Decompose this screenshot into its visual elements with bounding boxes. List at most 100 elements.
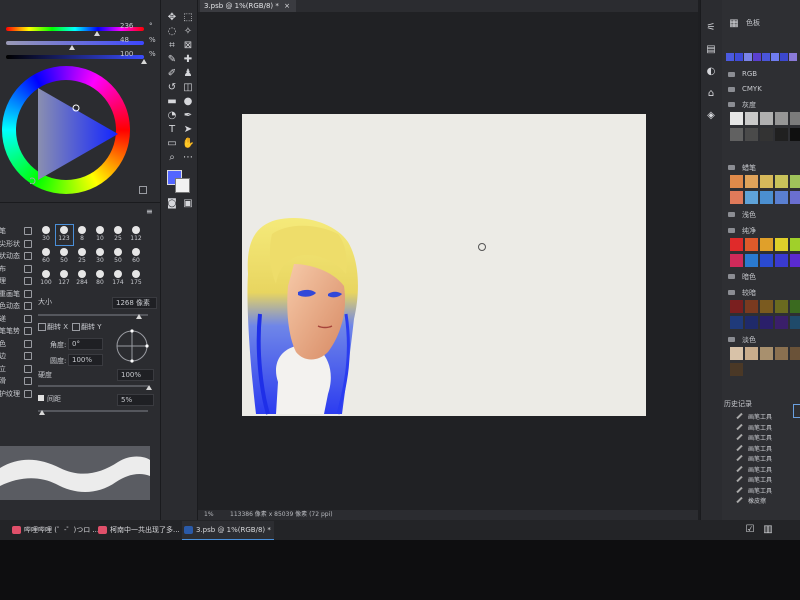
swatch[interactable]: [789, 53, 797, 61]
brightness-icon[interactable]: ◐: [705, 66, 717, 78]
swatch-group-label[interactable]: 较暗: [742, 288, 756, 298]
brush-preset[interactable]: 60: [128, 246, 144, 266]
marquee-icon[interactable]: ⬚: [182, 12, 194, 24]
swatch[interactable]: [730, 128, 743, 141]
swatch-group-label[interactable]: 浅色: [742, 210, 756, 220]
brush-preset[interactable]: 100: [38, 268, 54, 288]
swatch[interactable]: [780, 53, 788, 61]
lock-icon[interactable]: [24, 264, 32, 273]
lock-icon[interactable]: [24, 327, 32, 335]
history-item[interactable]: 画笔工具: [748, 454, 772, 463]
brush-setting-item[interactable]: 散布: [0, 264, 6, 274]
swatch[interactable]: [760, 175, 773, 188]
screen-mode-icon[interactable]: ▣: [182, 198, 194, 210]
swatch[interactable]: [745, 300, 758, 313]
swatch[interactable]: [762, 53, 770, 61]
close-tab-icon[interactable]: ×: [284, 0, 290, 12]
size-field[interactable]: 1268 像素: [112, 297, 157, 309]
brush-preset[interactable]: 25: [110, 224, 126, 244]
lock-icon[interactable]: [24, 364, 32, 373]
brush-preset[interactable]: 8: [74, 224, 90, 244]
swatch[interactable]: [790, 191, 800, 204]
quick-mask-icon[interactable]: ◙: [166, 198, 178, 210]
tray-check-icon[interactable]: ☑: [744, 524, 756, 536]
swatch[interactable]: [730, 112, 743, 125]
lock-icon[interactable]: [24, 302, 32, 310]
hand-icon[interactable]: ✋: [182, 138, 194, 150]
magic-wand-icon[interactable]: ✧: [182, 26, 194, 38]
swatch-group-label[interactable]: 暗色: [742, 272, 756, 282]
brush-preset[interactable]: 284: [74, 268, 90, 288]
brush-setting-item[interactable]: 双重画笔: [0, 289, 20, 299]
history-item[interactable]: 画笔工具: [748, 465, 772, 474]
spacing-slider-knob[interactable]: [39, 410, 45, 415]
swatch[interactable]: [760, 238, 773, 251]
swatch[interactable]: [775, 300, 788, 313]
swatch[interactable]: [745, 128, 758, 141]
history-item[interactable]: 画笔工具: [748, 412, 772, 421]
swatch[interactable]: [745, 254, 758, 267]
spacing-checkbox[interactable]: [38, 395, 44, 401]
path-select-icon[interactable]: ➤: [182, 124, 194, 136]
brush-setting-item[interactable]: 画笔笔势: [0, 326, 20, 336]
swatch[interactable]: [790, 112, 800, 125]
brightness-slider[interactable]: 100 %: [6, 50, 158, 64]
swatch-group-label[interactable]: 蜡笔: [742, 163, 756, 173]
brightness-knob[interactable]: [141, 59, 147, 64]
swatch[interactable]: [775, 347, 788, 360]
brush-setting-item[interactable]: 笔尖形状: [0, 239, 20, 249]
document-tab[interactable]: 3.psb @ 1%(RGB/8) * ×: [200, 0, 296, 12]
taskbar-item[interactable]: 哔哩哔哩 (゜-゜)つロ ...: [10, 521, 102, 539]
brush-preset[interactable]: 127: [56, 268, 72, 288]
brush-preset[interactable]: 175: [128, 268, 144, 288]
eraser-icon[interactable]: ◫: [182, 82, 194, 94]
saturation-knob[interactable]: [69, 45, 76, 50]
brush-setting-item[interactable]: 纹理: [0, 276, 6, 286]
brush-setting-item[interactable]: 杂色: [0, 339, 6, 349]
brush-preset[interactable]: 50: [56, 246, 72, 266]
swatch[interactable]: [745, 238, 758, 251]
swatch-group-label[interactable]: CMYK: [742, 85, 762, 93]
swatch[interactable]: [760, 128, 773, 141]
taskbar-item[interactable]: 3.psb @ 1%(RGB/8) *: [182, 521, 274, 541]
flip-x-checkbox[interactable]: [38, 323, 46, 331]
taskbar-item[interactable]: 柯南中一共出现了多...: [96, 521, 188, 539]
swatch[interactable]: [730, 363, 743, 376]
move-icon[interactable]: ✥: [166, 12, 178, 24]
swatch[interactable]: [753, 53, 761, 61]
hardness-field[interactable]: 100%: [117, 369, 154, 381]
hardness-slider-knob[interactable]: [146, 385, 152, 390]
dodge-icon[interactable]: ◔: [166, 110, 178, 122]
panel-menu-icon[interactable]: ≡: [146, 207, 153, 216]
brush-preset[interactable]: 60: [38, 246, 54, 266]
lock-icon[interactable]: [24, 289, 32, 298]
brush-setting-item[interactable]: 建立: [0, 364, 6, 374]
brush-preset[interactable]: 50: [110, 246, 126, 266]
blur-icon[interactable]: ●: [182, 96, 194, 108]
swatch-group-label[interactable]: 纯净: [742, 226, 756, 236]
brush-preset[interactable]: 174: [110, 268, 126, 288]
brush-angle-widget[interactable]: [112, 326, 152, 366]
hue-slider[interactable]: 236 °: [6, 22, 158, 36]
roundness-field[interactable]: 100%: [68, 354, 103, 366]
history-brush-icon[interactable]: ↺: [166, 82, 178, 94]
swatch[interactable]: [775, 238, 788, 251]
healing-icon[interactable]: ✚: [182, 54, 194, 66]
brush-setting-item[interactable]: 传递: [0, 314, 6, 324]
background-color-swatch[interactable]: [175, 178, 190, 193]
swatch[interactable]: [730, 300, 743, 313]
brush-preset[interactable]: 10: [92, 224, 108, 244]
lock-icon[interactable]: [24, 227, 32, 235]
swatch[interactable]: [790, 175, 800, 188]
history-item[interactable]: 画笔工具: [748, 486, 772, 495]
swatch[interactable]: [775, 191, 788, 204]
document-canvas[interactable]: [242, 114, 646, 416]
more-tools-icon[interactable]: ⋯: [182, 152, 194, 164]
swatch[interactable]: [745, 316, 758, 329]
lock-icon[interactable]: [24, 352, 32, 360]
color-triangle[interactable]: [30, 86, 120, 184]
libraries-icon[interactable]: ▤: [705, 44, 717, 56]
swatch[interactable]: [760, 347, 773, 360]
swatch[interactable]: [730, 238, 743, 251]
swatch[interactable]: [735, 53, 743, 61]
